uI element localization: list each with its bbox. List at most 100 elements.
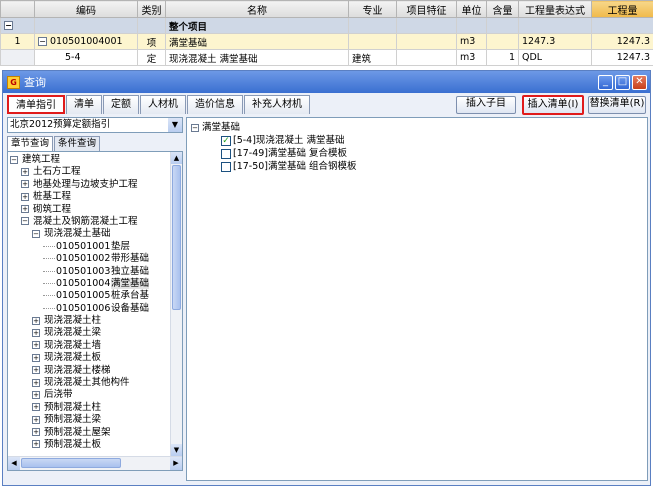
quota-guide-dropdown[interactable]: 北京2012预算定额指引 ▼ [7, 117, 183, 133]
table-row[interactable]: 1 −010501004001 项 满堂基础 m3 1247.3 1247.3 [0, 33, 653, 50]
tab-list-guide[interactable]: 清单指引 [7, 95, 65, 114]
close-icon[interactable]: ✕ [632, 74, 647, 90]
collapse-toggle[interactable]: − [4, 21, 13, 30]
tree-item[interactable]: + 地基处理与边坡支护工程 [10, 179, 182, 191]
tree-item[interactable]: − 现浇混凝土基础 [10, 228, 182, 240]
row-expression[interactable]: 1247.3 [518, 33, 592, 50]
row-category[interactable]: 项 [137, 33, 166, 50]
tab-supplement-lmm[interactable]: 补充人材机 [244, 95, 310, 114]
tab-chapter-query[interactable]: 章节查询 [7, 136, 54, 151]
dialog-titlebar[interactable]: G 查询 _ □ ✕ [3, 71, 650, 93]
grid-header-amount[interactable]: 含量 [486, 0, 519, 18]
row-category[interactable]: 定 [137, 49, 166, 66]
row-name[interactable]: 现浇混凝土 满堂基础 [165, 49, 349, 66]
tree-item[interactable]: + 预制混凝土屋架 [10, 427, 182, 439]
scroll-down-icon[interactable]: ▼ [171, 444, 182, 456]
grid-header-quantity[interactable]: 工程量 [591, 0, 653, 18]
expand-icon[interactable]: + [32, 415, 40, 424]
tree-item[interactable]: 010501006设备基础 [10, 303, 182, 315]
grid-header-expression[interactable]: 工程量表达式 [518, 0, 592, 18]
tree-item[interactable]: + 桩基工程 [10, 191, 182, 203]
row-amount[interactable] [486, 33, 519, 50]
tab-labor-material-machine[interactable]: 人材机 [140, 95, 186, 114]
collapse-icon[interactable]: − [21, 217, 29, 226]
tree-item[interactable]: + 预制混凝土柱 [10, 402, 182, 414]
minimize-icon[interactable]: _ [598, 74, 613, 90]
collapse-icon[interactable]: − [10, 155, 18, 164]
expand-icon[interactable]: + [32, 353, 40, 362]
grid-header-unit[interactable]: 单位 [456, 0, 487, 18]
tree-item[interactable]: − 建筑工程 [10, 154, 182, 166]
expand-icon[interactable]: + [32, 378, 40, 387]
scroll-up-icon[interactable]: ▲ [171, 152, 182, 164]
tree-item[interactable]: + 现浇混凝土板 [10, 352, 182, 364]
expand-icon[interactable]: + [32, 328, 40, 337]
grid-header-major[interactable]: 专业 [348, 0, 397, 18]
insert-child-button[interactable]: 插入子目 [456, 96, 516, 114]
tree-item[interactable]: + 现浇混凝土梁 [10, 327, 182, 339]
row-feature[interactable] [396, 33, 457, 50]
guide-root-row[interactable]: − 满堂基础 [191, 121, 647, 134]
table-row[interactable]: 5-4 定 现浇混凝土 满堂基础 建筑 m3 1 QDL 1247.3 [0, 49, 653, 66]
chevron-down-icon[interactable]: ▼ [168, 118, 182, 132]
expand-icon[interactable]: + [32, 366, 40, 375]
tree-vertical-scrollbar[interactable]: ▲ ▼ [170, 152, 182, 456]
row-unit[interactable]: m3 [456, 33, 487, 50]
row-name[interactable]: 满堂基础 [165, 33, 349, 50]
grid-header-code[interactable]: 编码 [34, 0, 138, 18]
tree-item[interactable]: + 现浇混凝土楼梯 [10, 365, 182, 377]
tree-item[interactable]: + 预制混凝土梁 [10, 414, 182, 426]
tree-item[interactable]: + 现浇混凝土其他构件 [10, 377, 182, 389]
guide-item[interactable]: ✓ [5-4]现浇混凝土 满堂基础 [221, 134, 647, 147]
tree-item[interactable]: 010501001垫层 [10, 241, 182, 253]
replace-list-button[interactable]: 替换清单(R) [588, 96, 646, 114]
maximize-icon[interactable]: □ [615, 74, 630, 90]
tree-item[interactable]: − 混凝土及钢筋混凝土工程 [10, 216, 182, 228]
collapse-toggle[interactable]: − [191, 123, 199, 132]
guide-item-checkbox[interactable] [221, 161, 231, 172]
collapse-icon[interactable]: − [32, 229, 40, 238]
expand-icon[interactable]: + [32, 403, 40, 412]
tree-item[interactable]: + 砌筑工程 [10, 204, 182, 216]
tab-list[interactable]: 清单 [66, 95, 102, 114]
tree-item[interactable]: + 现浇混凝土墙 [10, 340, 182, 352]
expand-icon[interactable]: + [21, 205, 29, 214]
guide-item-checkbox[interactable] [221, 148, 231, 159]
row-expression[interactable]: QDL [518, 49, 592, 66]
tree-item[interactable]: 010501003独立基础 [10, 266, 182, 278]
row-quantity[interactable]: 1247.3 [591, 49, 653, 66]
expand-icon[interactable]: + [32, 316, 40, 325]
guide-item-checkbox[interactable]: ✓ [221, 135, 231, 146]
grid-header[interactable] [0, 0, 35, 18]
guide-item[interactable]: [17-49]满堂基础 复合模板 [221, 147, 647, 160]
row-major[interactable] [348, 33, 397, 50]
tab-condition-query[interactable]: 条件查询 [54, 136, 101, 151]
row-index[interactable] [0, 49, 35, 66]
tree-item[interactable]: + 后浇带 [10, 389, 182, 401]
scroll-right-icon[interactable]: ▶ [170, 457, 182, 470]
scroll-thumb[interactable] [21, 458, 121, 468]
expand-icon[interactable]: + [32, 428, 40, 437]
expand-icon[interactable]: + [32, 440, 40, 449]
tree-item[interactable]: + 土石方工程 [10, 166, 182, 178]
tree-item[interactable]: 010501005桩承台基 [10, 290, 182, 302]
grid-header-category[interactable]: 类别 [137, 0, 166, 18]
grid-section-row[interactable]: − 整个项目 [0, 17, 653, 34]
expand-icon[interactable]: + [32, 341, 40, 350]
tree-item[interactable]: 010501004满堂基础 [10, 277, 182, 290]
tree-item[interactable]: + 现浇混凝土柱 [10, 315, 182, 327]
tree-item[interactable]: + 预制混凝土板 [10, 439, 182, 451]
tree-item[interactable]: 010501002带形基础 [10, 253, 182, 265]
expand-icon[interactable]: + [21, 167, 29, 176]
insert-list-button[interactable]: 插入清单(I) [522, 95, 584, 115]
row-feature[interactable] [396, 49, 457, 66]
scroll-thumb[interactable] [172, 165, 181, 310]
collapse-toggle[interactable]: − [38, 37, 47, 46]
expand-icon[interactable]: + [21, 180, 29, 189]
grid-header-name[interactable]: 名称 [165, 0, 349, 18]
row-code[interactable]: 5-4 [34, 49, 138, 66]
row-major[interactable]: 建筑 [348, 49, 397, 66]
guide-item[interactable]: [17-50]满堂基础 组合钢模板 [221, 160, 647, 173]
tab-cost-info[interactable]: 造价信息 [187, 95, 243, 114]
expand-icon[interactable]: + [21, 192, 29, 201]
